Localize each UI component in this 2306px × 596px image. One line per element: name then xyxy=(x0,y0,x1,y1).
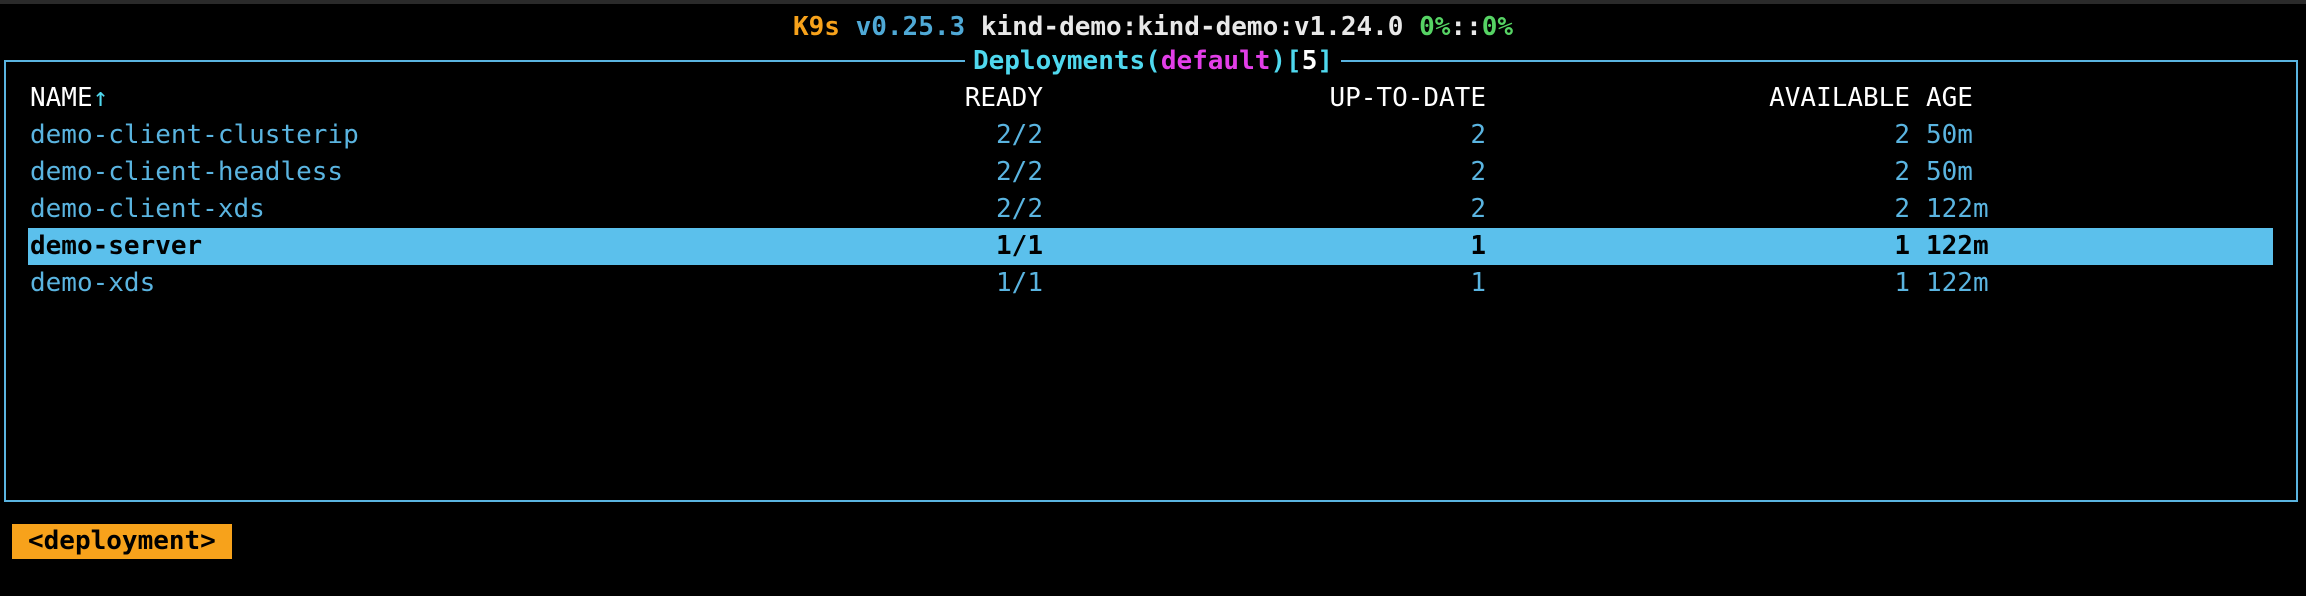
breadcrumb-deployment[interactable]: <deployment> xyxy=(12,524,232,559)
deployment-up-to-date: 2 xyxy=(1470,120,1486,150)
table-header-row: NAME↑ READY UP-TO-DATE AVAILABLE AGE xyxy=(28,80,2278,117)
deployment-up-to-date: 1 xyxy=(1470,268,1486,298)
column-header-ready[interactable]: READY xyxy=(928,80,1043,117)
deployment-ready: 1/1 xyxy=(996,231,1043,261)
table-row[interactable]: demo-client-headless 2/2 2 2 50m xyxy=(28,154,2278,191)
deployment-ready: 1/1 xyxy=(996,268,1043,298)
deployment-ready: 2/2 xyxy=(996,157,1043,187)
terminal-top-edge xyxy=(0,0,2306,4)
deployment-up-to-date: 1 xyxy=(1470,231,1486,261)
deployment-age: 122m xyxy=(1926,268,1989,298)
column-header-available[interactable]: AVAILABLE xyxy=(1628,80,1910,117)
deployments-table: NAME↑ READY UP-TO-DATE AVAILABLE AGE dem… xyxy=(28,80,2278,302)
deployment-age: 122m xyxy=(1926,231,1989,261)
column-header-name[interactable]: NAME↑ xyxy=(30,80,108,117)
table-row[interactable]: demo-xds 1/1 1 1 122m xyxy=(28,265,2278,302)
table-row[interactable]: demo-client-xds 2/2 2 2 122m xyxy=(28,191,2278,228)
deployment-age: 122m xyxy=(1926,194,1989,224)
deployment-available: 1 xyxy=(1894,231,1910,261)
k9s-header: K9s v0.25.3 kind-demo:kind-demo:v1.24.0 … xyxy=(0,10,2306,44)
deployment-name: demo-client-xds xyxy=(30,194,265,224)
mem-usage: 0% xyxy=(1481,12,1514,42)
deployment-available: 2 xyxy=(1894,194,1910,224)
cpu-usage: 0% xyxy=(1419,12,1451,42)
deployment-ready: 2/2 xyxy=(996,194,1043,224)
column-header-age[interactable]: AGE xyxy=(1926,80,1973,117)
deployment-available: 1 xyxy=(1894,268,1910,298)
table-row-selected[interactable]: demo-server 1/1 1 1 122m xyxy=(28,228,2273,265)
deployment-name: demo-server xyxy=(30,231,203,261)
sort-ascending-icon: ↑ xyxy=(92,83,109,113)
usage-separator: :: xyxy=(1450,12,1482,42)
deployment-up-to-date: 2 xyxy=(1470,194,1486,224)
app-name: K9s xyxy=(792,12,840,42)
app-version: v0.25.3 xyxy=(855,12,966,42)
table-row[interactable]: demo-client-clusterip 2/2 2 2 50m xyxy=(28,117,2278,154)
deployment-name: demo-client-clusterip xyxy=(30,120,359,150)
column-header-up-to-date[interactable]: UP-TO-DATE xyxy=(1178,80,1486,117)
deployment-age: 50m xyxy=(1926,157,1973,187)
deployment-ready: 2/2 xyxy=(996,120,1043,150)
deployment-available: 2 xyxy=(1894,120,1910,150)
deployment-name: demo-client-headless xyxy=(30,157,344,187)
deployment-available: 2 xyxy=(1894,157,1910,187)
cluster-context: kind-demo:kind-demo:v1.24.0 xyxy=(980,12,1404,42)
deployment-age: 50m xyxy=(1926,120,1973,150)
deployment-name: demo-xds xyxy=(30,268,156,298)
deployment-up-to-date: 2 xyxy=(1470,157,1486,187)
